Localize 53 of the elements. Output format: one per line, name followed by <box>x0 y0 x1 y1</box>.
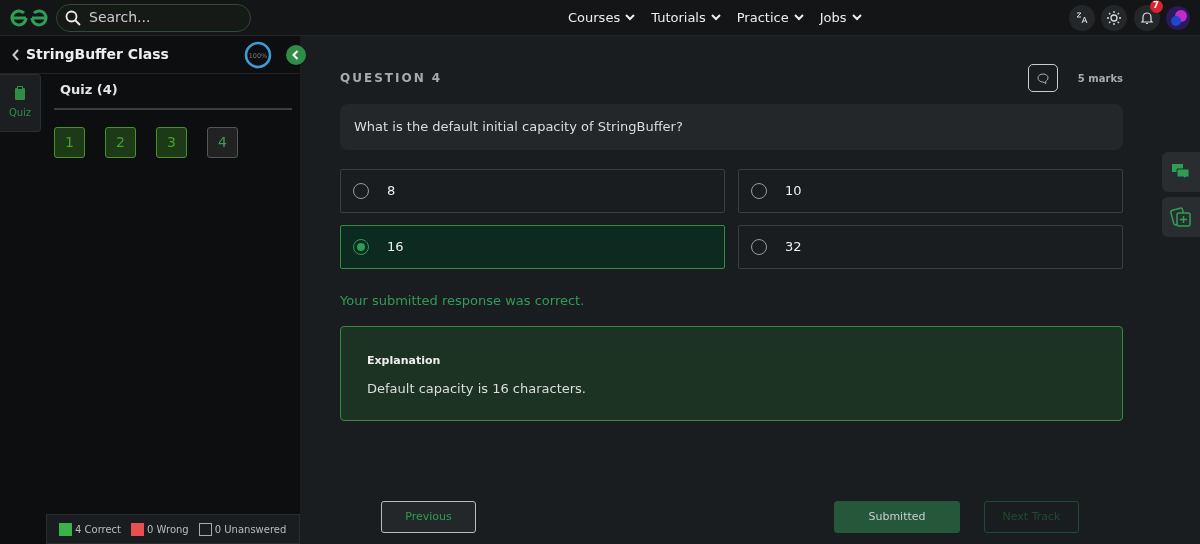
question-number-button[interactable]: 2 <box>105 126 136 158</box>
quiz-title: Quiz (4) <box>54 74 292 110</box>
question-number-button[interactable]: 4 <box>207 126 238 158</box>
notification-badge: 7 <box>1149 0 1163 13</box>
bell-icon <box>1139 10 1154 25</box>
translate-button[interactable] <box>1068 4 1095 31</box>
legend-label: 0 Wrong <box>147 522 189 537</box>
search-icon <box>65 9 81 26</box>
avatar[interactable] <box>1166 5 1190 30</box>
chevron-icon <box>793 14 804 21</box>
chevron-icon <box>710 14 721 21</box>
chat-icon <box>1172 164 1190 180</box>
back-icon[interactable] <box>12 48 20 61</box>
question-number-button[interactable]: 1 <box>54 126 85 158</box>
speech-bubble-icon <box>1036 72 1049 84</box>
clipboard-icon <box>14 86 26 101</box>
question-text: What is the default initial capacity of StringBuffer? <box>340 104 1123 150</box>
question-number-button[interactable]: 3 <box>156 126 187 158</box>
answer-option[interactable]: 8 <box>340 168 725 213</box>
logo-icon[interactable] <box>10 7 48 28</box>
chevron-icon <box>625 14 636 21</box>
answer-option[interactable]: 32 <box>738 224 1123 269</box>
explanation-text: Default capacity is 16 characters. <box>367 379 587 398</box>
marks-label: 5 marks <box>1077 71 1123 86</box>
nav-button[interactable]: Previous <box>381 501 476 533</box>
menu-item[interactable]: Courses <box>568 7 636 28</box>
menu-item[interactable]: Jobs <box>819 7 862 28</box>
add-note-icon <box>1170 206 1192 228</box>
comment-button[interactable] <box>1027 64 1058 92</box>
legend-swatch <box>59 522 72 536</box>
course-title: StringBuffer Class <box>26 45 170 64</box>
question-heading: QUESTION 4 <box>340 70 444 87</box>
legend-label: 4 Correct <box>75 522 122 537</box>
legend-label: 0 Unanswered <box>214 522 287 537</box>
explanation-title: Explanation <box>367 353 442 369</box>
answer-option[interactable]: 16 <box>340 224 725 269</box>
search-input[interactable]: Search... <box>87 6 237 29</box>
answer-option[interactable]: 10 <box>738 168 1123 213</box>
rail-tab[interactable]: Quiz <box>0 74 41 132</box>
theme-button[interactable] <box>1101 4 1127 31</box>
menu-item[interactable]: Tutorials <box>651 7 721 28</box>
translate-icon <box>1075 11 1088 24</box>
chevron-icon <box>851 14 862 21</box>
nav-button[interactable]: Submitted <box>834 501 960 533</box>
menu-item[interactable]: Practice <box>736 7 804 28</box>
chat-button[interactable] <box>1162 152 1200 192</box>
sun-icon <box>1106 9 1122 26</box>
legend-swatch <box>198 522 212 536</box>
search-field[interactable]: Search... <box>56 3 251 32</box>
collapse-button[interactable] <box>286 44 306 65</box>
legend-swatch <box>131 522 145 536</box>
add-note-button[interactable] <box>1162 197 1200 237</box>
feedback-message: Your submitted response was correct. <box>340 291 586 310</box>
